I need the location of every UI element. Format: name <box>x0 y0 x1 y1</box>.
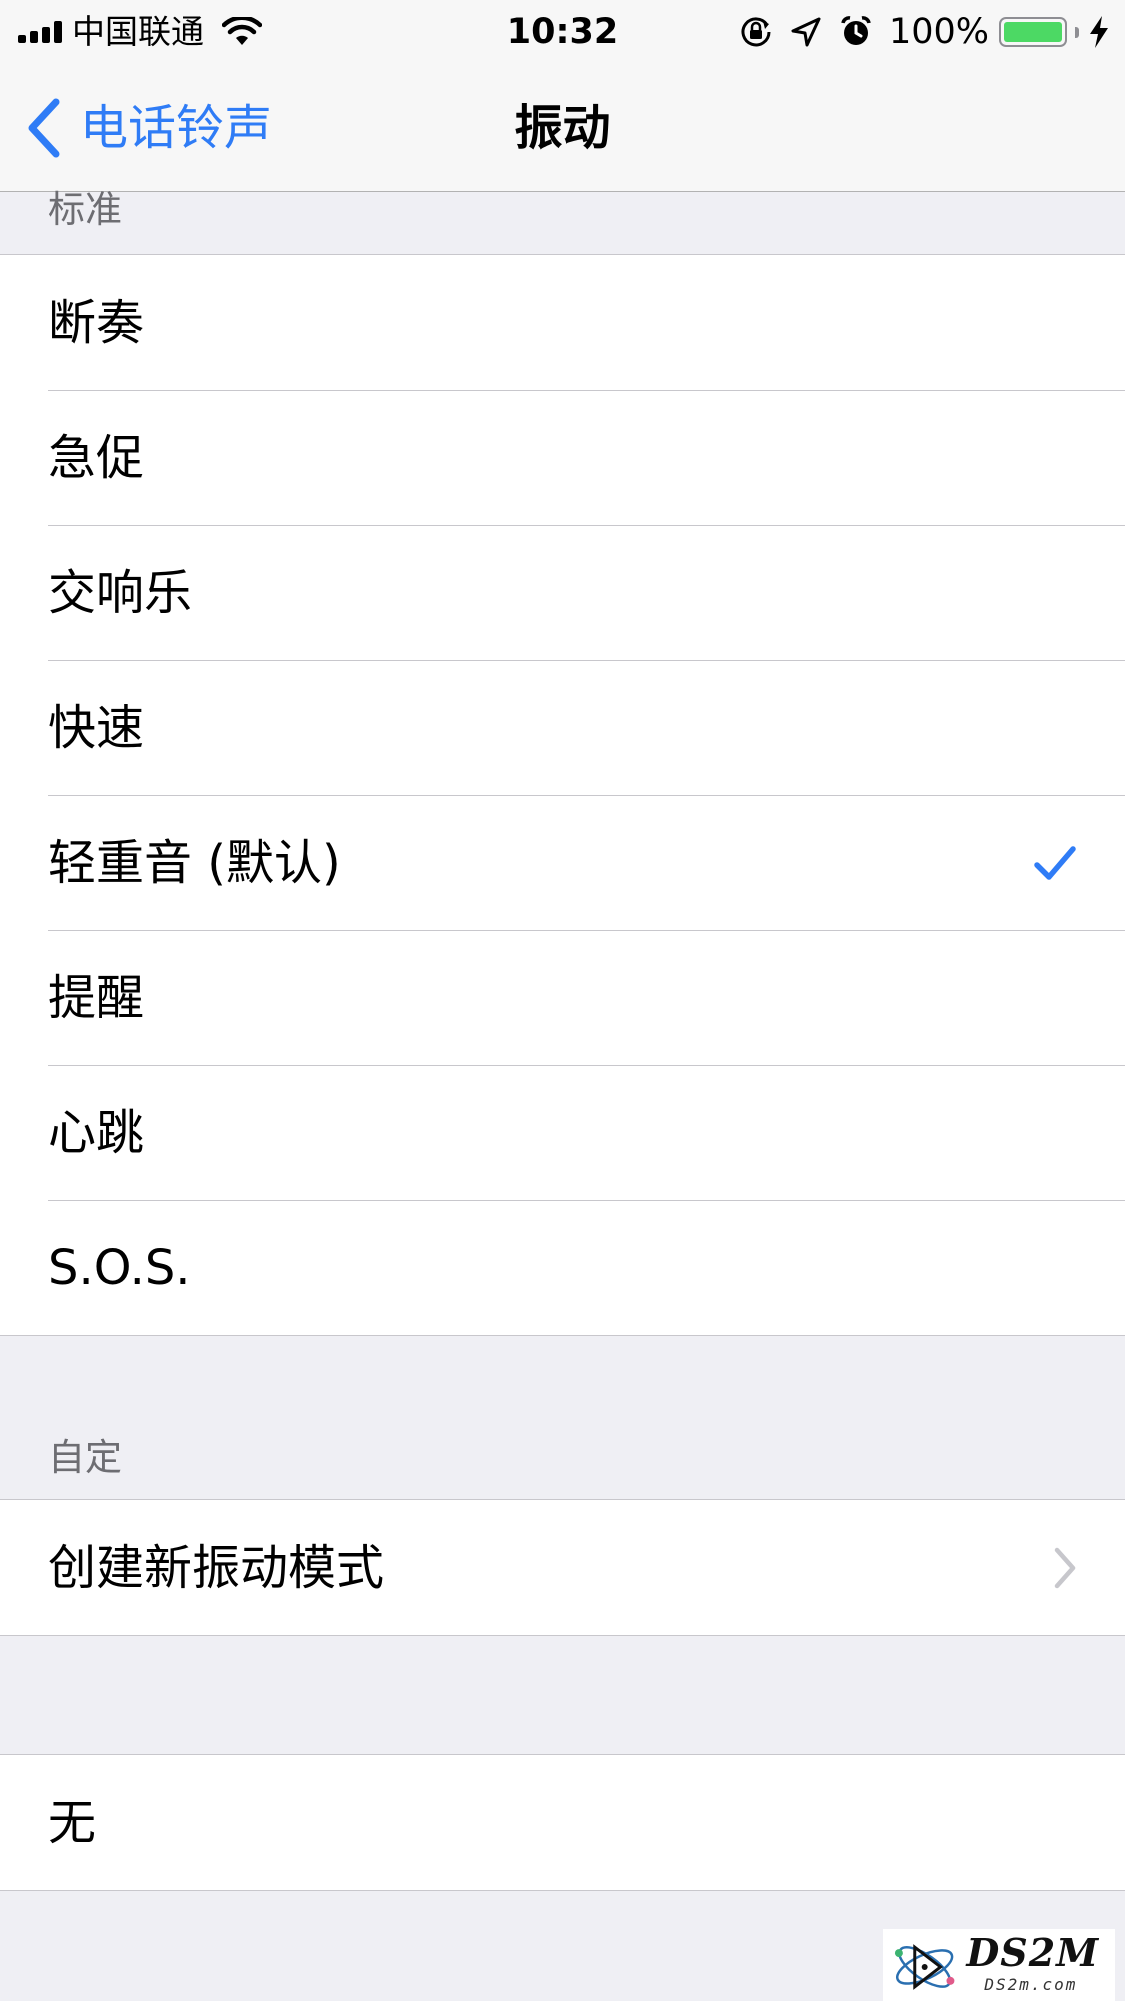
battery-tip <box>1075 26 1079 38</box>
alarm-icon <box>841 16 871 45</box>
chevron-right-icon <box>1054 1547 1076 1588</box>
list-item[interactable]: 提醒 <box>0 930 1125 1065</box>
create-new-vibration-row[interactable]: 创建新振动模式 <box>0 1500 1125 1635</box>
watermark: DS2M DS2m.com <box>883 1929 1115 2001</box>
list-item[interactable]: S.O.S. <box>0 1200 1125 1335</box>
item-label: 提醒 <box>48 969 145 1026</box>
watermark-brand: DS2M <box>966 1930 1100 1975</box>
none-vibration-list: 无 <box>0 1754 1125 1891</box>
navigation-bar: 电话铃声 振动 <box>0 64 1125 192</box>
item-label: 轻重音 (默认) <box>48 834 341 891</box>
none-vibration-label: 无 <box>48 1794 97 1851</box>
standard-vibrations-list: 断奏 急促 交响乐 快速 轻重音 (默认) 提醒 心跳 S.O.S. <box>0 254 1125 1336</box>
watermark-text: DS2M DS2m.com <box>966 1929 1115 2001</box>
atom-logo-icon <box>894 1944 955 1990</box>
status-right: 100% <box>739 8 1109 56</box>
list-item[interactable]: 快速 <box>0 660 1125 795</box>
item-label: 急促 <box>48 429 145 486</box>
battery-percent: 100% <box>888 12 989 52</box>
list-item[interactable]: 断奏 <box>0 255 1125 390</box>
section-header-custom: 自定 <box>48 1436 122 1479</box>
charging-icon <box>1090 16 1108 48</box>
list-item-selected[interactable]: 轻重音 (默认) <box>0 795 1125 930</box>
item-label: 断奏 <box>48 294 145 351</box>
list-item[interactable]: 急促 <box>0 390 1125 525</box>
item-label: 快速 <box>48 699 145 756</box>
checkmark-icon <box>1034 845 1076 880</box>
section-header-standard: 标准 <box>48 188 122 231</box>
item-label: 心跳 <box>48 1104 145 1161</box>
none-vibration-row[interactable]: 无 <box>0 1755 1125 1890</box>
custom-vibrations-list: 创建新振动模式 <box>0 1499 1125 1636</box>
item-label: 交响乐 <box>48 564 193 621</box>
page-title: 振动 <box>514 100 611 156</box>
list-item[interactable]: 心跳 <box>0 1065 1125 1200</box>
battery-icon <box>999 17 1067 47</box>
battery-fill <box>1004 22 1062 42</box>
location-icon <box>791 17 821 47</box>
item-label: S.O.S. <box>48 1239 191 1296</box>
create-new-vibration-label: 创建新振动模式 <box>48 1539 385 1596</box>
watermark-domain: DS2m.com <box>984 1975 1078 1994</box>
orientation-lock-icon <box>741 17 771 47</box>
list-item[interactable]: 交响乐 <box>0 525 1125 660</box>
status-bar: 中国联通 10:32 100% <box>0 0 1125 64</box>
